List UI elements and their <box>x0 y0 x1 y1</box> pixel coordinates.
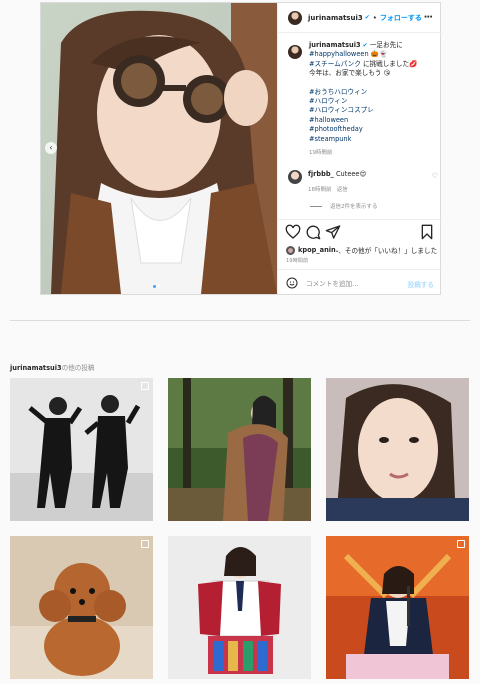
thumb-fur-coat-forest-image <box>168 378 311 521</box>
comment-icon[interactable] <box>305 224 321 240</box>
separator-dot: • <box>372 13 377 22</box>
divider <box>10 320 470 321</box>
thumb-poodle-image <box>10 536 153 679</box>
view-replies[interactable]: 返信2件を表示する <box>310 202 378 210</box>
multi-photo-icon <box>141 382 149 390</box>
likes-rest[interactable]: その他が「いいね！」しました <box>345 245 437 255</box>
like-comment-icon[interactable]: ♡ <box>432 172 438 180</box>
comment-input[interactable]: コメントを追加... <box>306 278 358 288</box>
thumb-dancers-bw-image <box>10 378 153 521</box>
post-photo[interactable]: ‹ <box>41 3 277 294</box>
caption-line-2: に挑戦しました <box>362 59 410 68</box>
heart-eyes-emoji-icon: 😍 <box>359 170 367 178</box>
avatar[interactable] <box>288 10 302 25</box>
pumpkin-emoji-icon: 🎃 <box>370 50 379 59</box>
multi-photo-icon <box>141 540 149 548</box>
thumb-idol-uniform[interactable] <box>168 536 311 679</box>
post-header: jurinamatsui3 ✔ • フォローする ··· <box>278 3 442 33</box>
hashtag[interactable]: #スチームパンク <box>309 60 361 68</box>
comment-bar: コメントを追加... 投稿する <box>278 269 442 295</box>
hashtag[interactable]: #happyhalloween <box>309 50 369 58</box>
thumb-dancers-bw[interactable] <box>10 378 153 521</box>
save-icon[interactable] <box>419 224 435 240</box>
post-time: 19時間前 <box>286 258 309 264</box>
hashtag[interactable]: #ハロウィン <box>309 97 436 106</box>
carousel-dot-active <box>153 285 156 288</box>
thumb-fur-coat-forest[interactable] <box>168 378 311 521</box>
thumb-selfie-image <box>326 378 469 521</box>
liker-avatar <box>286 245 295 255</box>
username[interactable]: jurinamatsui3 <box>308 14 363 22</box>
multi-photo-icon <box>457 540 465 548</box>
post-card: ‹ jurinamatsui3 ✔ • フォローする ··· jurinamat… <box>40 2 442 295</box>
heart-emoji-icon: 💋 <box>409 59 418 68</box>
more-options-icon[interactable]: ··· <box>424 12 433 23</box>
carousel-dots <box>153 285 161 288</box>
thumb-poodle[interactable] <box>10 536 153 679</box>
caption-avatar[interactable] <box>288 45 302 59</box>
previous-photo-icon[interactable]: ‹ <box>45 142 57 154</box>
replies-line <box>310 206 322 207</box>
post-panel: jurinamatsui3 ✔ • フォローする ··· jurinamatsu… <box>277 3 442 295</box>
caption-line-3: 今年は、お家で楽しもう <box>309 69 382 78</box>
thumb-idol-uniform-image <box>168 536 311 679</box>
smile-emoji-icon: 😘 <box>383 69 391 78</box>
action-bar <box>278 219 442 245</box>
thumb-stage-performance-image <box>326 536 469 679</box>
post-comment-button[interactable]: 投稿する <box>408 279 434 289</box>
thumb-stage-performance[interactable] <box>326 536 469 679</box>
ghost-emoji-icon: 👻 <box>378 50 388 59</box>
more-posts-username[interactable]: jurinamatsui3 <box>10 364 62 372</box>
comment-username[interactable]: fjrbbb_ <box>308 170 334 178</box>
hashtag[interactable]: #おうちハロウィン <box>309 88 436 97</box>
steampunk-portrait <box>41 3 277 294</box>
follow-button[interactable]: フォローする <box>380 13 422 23</box>
hashtag[interactable]: #steampunk <box>309 135 436 144</box>
reply-button[interactable]: 返信 <box>337 187 348 193</box>
caption-line-1: 一足お先に <box>369 41 403 49</box>
caption-username[interactable]: jurinamatsui3 <box>309 41 361 49</box>
comment-time: 18時間前 <box>308 187 332 193</box>
liker-username[interactable]: kpop_anin. <box>298 246 338 254</box>
more-posts-suffix: の他の投稿 <box>61 364 95 372</box>
hashtag[interactable]: #photooftheday <box>309 125 436 134</box>
comment-avatar[interactable] <box>288 170 302 184</box>
hashtag[interactable]: #ハロウィンコスプレ <box>309 106 436 115</box>
comment-text: Cuteee <box>335 170 360 178</box>
carousel-dot <box>158 285 161 288</box>
hashtag[interactable]: #halloween <box>309 116 436 125</box>
verified-badge-icon: ✔ <box>364 14 370 21</box>
more-posts-heading: jurinamatsui3の他の投稿 <box>10 362 95 372</box>
emoji-icon[interactable] <box>286 277 298 289</box>
caption: jurinamatsui3 ✔ 一足お先に #happyhalloween 🎃👻… <box>288 41 436 158</box>
likes-summary: kpop_anin.、その他が「いいね！」しました <box>286 245 437 255</box>
view-replies-label: 返信2件を表示する <box>330 204 378 210</box>
like-icon[interactable] <box>285 224 301 240</box>
thumb-selfie[interactable] <box>326 378 469 521</box>
verified-badge-icon: ✔ <box>362 42 368 49</box>
share-icon[interactable] <box>325 224 341 240</box>
caption-time: 19時間前 <box>309 150 333 157</box>
comment: fjrbbb_ Cuteee😍 18時間前 返信 ♡ <box>288 170 438 193</box>
